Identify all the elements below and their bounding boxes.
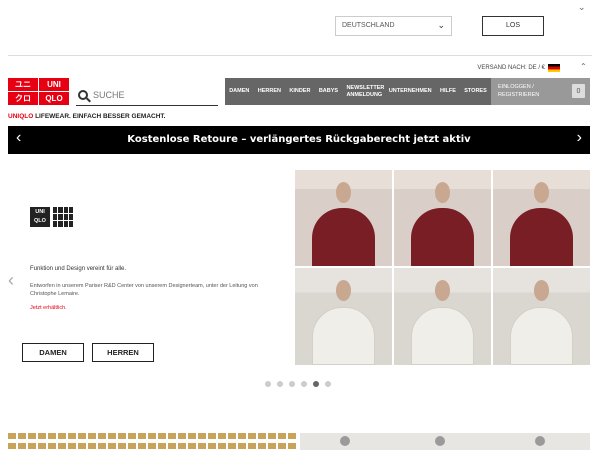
shop-men-button[interactable]: HERREN xyxy=(92,343,154,362)
hero-photo xyxy=(394,268,491,365)
tagline-text: LIFEWEAR. EINFACH BESSER GEMACHT. xyxy=(33,113,166,120)
chevron-down-icon: ⌄ xyxy=(437,20,445,30)
search-input[interactable]: SUCHE xyxy=(76,84,218,106)
slide-dot[interactable] xyxy=(265,381,271,387)
banner-next-arrow-icon[interactable]: › xyxy=(577,129,582,147)
hero-photo xyxy=(493,170,590,266)
promo-banner[interactable]: ‹ Kostenlose Retoure – verlängertes Rück… xyxy=(8,126,590,154)
slide-dot[interactable] xyxy=(313,381,319,387)
main-nav: DAMEN HERREN KINDER BABYS NEWSLETTER ANM… xyxy=(225,78,491,105)
hero-photo xyxy=(394,170,491,266)
nav-item-hilfe[interactable]: HILFE xyxy=(440,88,456,95)
nav-item-newsletter[interactable]: NEWSLETTER ANMELDUNG xyxy=(346,85,384,99)
hero-photo xyxy=(295,170,392,266)
hero-photo-grid[interactable] xyxy=(295,170,590,365)
tagline: UNIQLO LIFEWEAR. EINFACH BESSER GEMACHT. xyxy=(8,113,165,120)
logo-cell: ユニ xyxy=(8,78,38,91)
chevron-up-icon[interactable]: ⌃ xyxy=(580,62,587,71)
uniqlo-u-logo: UNI QLO xyxy=(30,207,73,227)
shipping-info[interactable]: VERSAND NACH: DE / € xyxy=(477,64,560,72)
shop-women-button[interactable]: DAMEN xyxy=(22,343,84,362)
nav-item-kinder[interactable]: KINDER xyxy=(289,88,310,95)
slide-dot[interactable] xyxy=(277,381,283,387)
login-register-link[interactable]: EINLOGGEN / REGISTRIEREN xyxy=(498,83,554,99)
uniqlo-logo-box: UNI QLO xyxy=(30,207,50,227)
nav-item-babys[interactable]: BABYS xyxy=(319,88,338,95)
cart-icon[interactable]: 0 xyxy=(572,84,585,98)
hero-photo xyxy=(295,268,392,365)
shipping-label: VERSAND NACH: DE / € xyxy=(477,65,545,71)
hero-photo xyxy=(493,268,590,365)
hero-shop-link[interactable]: Jetzt erhältlich. xyxy=(30,305,67,311)
go-button[interactable]: LOS xyxy=(482,16,544,36)
slide-dot[interactable] xyxy=(289,381,295,387)
slide-dot[interactable] xyxy=(301,381,307,387)
germany-flag-icon xyxy=(548,64,560,72)
collapse-chevron-icon[interactable]: ⌄ xyxy=(578,2,586,13)
uniqlo-pattern-banner[interactable] xyxy=(8,433,296,450)
nav-item-stores[interactable]: STORES xyxy=(464,88,487,95)
login-register-area: EINLOGGEN / REGISTRIEREN 0 xyxy=(491,78,590,105)
nav-item-damen[interactable]: DAMEN xyxy=(229,88,249,95)
bottom-photo-banner[interactable] xyxy=(300,433,590,450)
country-select-value: DEUTSCHLAND xyxy=(342,22,395,29)
uniqlo-u-mark-icon xyxy=(53,207,73,227)
logo-cell: クロ xyxy=(8,92,38,105)
logo-cell: QLO xyxy=(39,92,69,105)
hero-description: Entworfen in unserem Pariser R&D Center … xyxy=(30,283,258,297)
slide-prev-arrow-icon[interactable]: ‹ xyxy=(8,270,14,291)
cart-count: 0 xyxy=(576,88,581,95)
search-icon xyxy=(78,89,88,100)
hero-headline: Funktion und Design vereint für alle. xyxy=(30,266,127,272)
nav-item-unternehmen[interactable]: UNTERNEHMEN xyxy=(389,88,432,95)
uniqlo-logo[interactable]: ユニ UNI クロ QLO xyxy=(8,78,69,105)
slide-pagination xyxy=(265,381,331,387)
banner-text: Kostenlose Retoure – verlängertes Rückga… xyxy=(127,134,471,145)
slide-dot[interactable] xyxy=(325,381,331,387)
country-select[interactable]: DEUTSCHLAND ⌄ xyxy=(335,16,452,36)
divider xyxy=(8,55,592,56)
logo-cell: UNI xyxy=(39,78,69,91)
search-label: SUCHE xyxy=(93,89,125,100)
tagline-brand: UNIQLO xyxy=(8,113,34,120)
nav-item-herren[interactable]: HERREN xyxy=(258,88,281,95)
